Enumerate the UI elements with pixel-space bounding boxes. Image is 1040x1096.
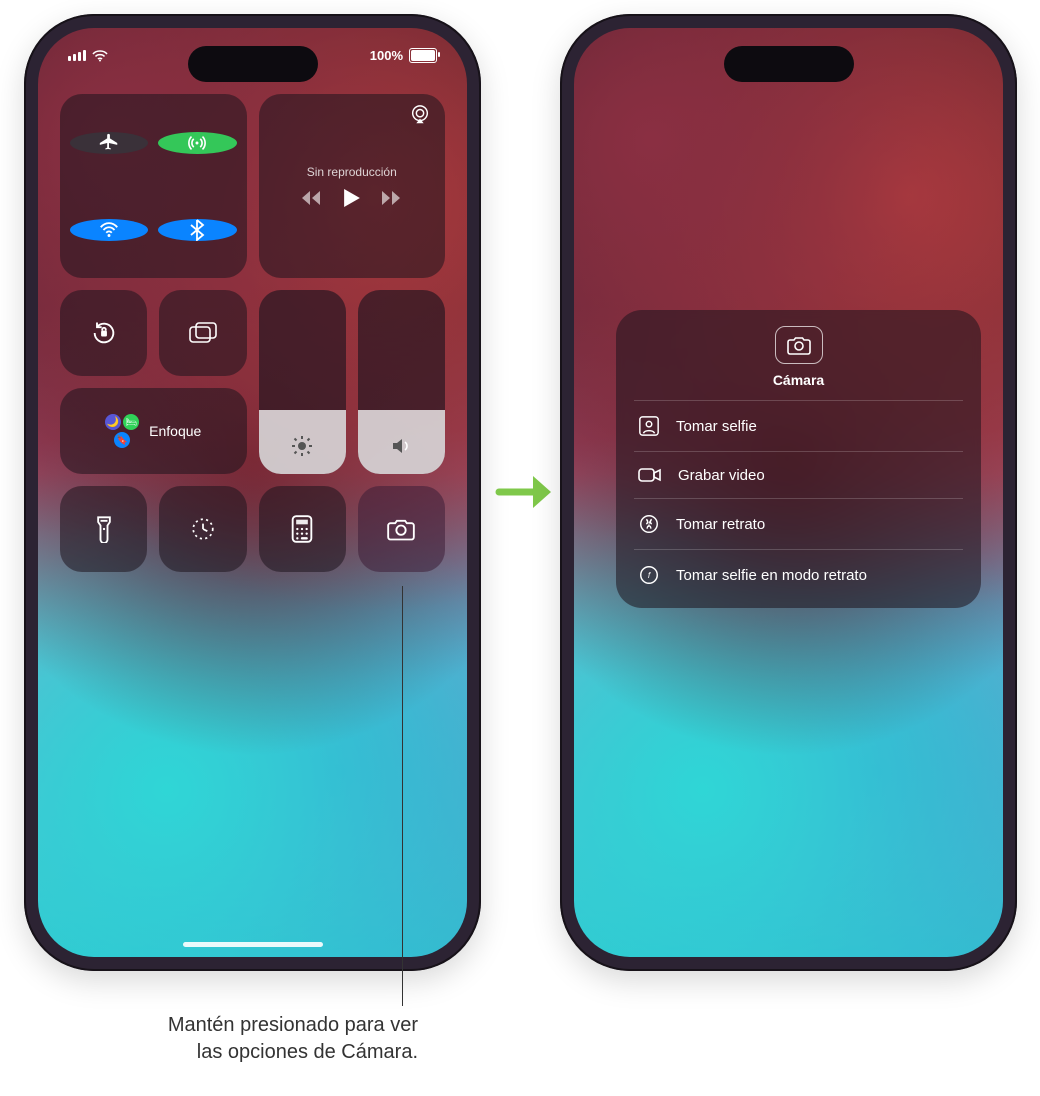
dynamic-island [188, 46, 318, 82]
control-center: Sin reproducción [60, 94, 445, 572]
focus-label: Enfoque [149, 423, 201, 439]
cellular-signal-icon [68, 50, 86, 61]
tag-icon: 🔖 [114, 432, 130, 448]
portrait-icon: f [638, 513, 660, 535]
moon-icon: 🌙 [105, 414, 121, 430]
previous-track-icon[interactable] [302, 190, 322, 206]
focus-button[interactable]: 🌙 🛏 🔖 Enfoque [60, 388, 247, 474]
airplane-icon [98, 132, 120, 154]
screen-right: Cámara Tomar selfie Grabar video f Tomar… [574, 28, 1003, 957]
battery-icon [409, 48, 437, 63]
calculator-button[interactable] [259, 486, 346, 572]
airplay-icon[interactable] [409, 104, 431, 129]
camera-icon [387, 517, 415, 541]
option-label: Tomar selfie [676, 418, 757, 435]
svg-text:f: f [648, 571, 651, 580]
brightness-icon [290, 434, 314, 458]
calculator-icon [291, 515, 313, 543]
callout-leader-line [402, 586, 403, 1006]
home-indicator[interactable] [183, 942, 323, 947]
option-label: Tomar selfie en modo retrato [676, 567, 867, 584]
connectivity-tile[interactable] [60, 94, 247, 278]
brightness-slider[interactable] [259, 290, 346, 474]
selfie-icon [638, 415, 660, 437]
arrow-right-icon [495, 470, 553, 514]
flashlight-icon [95, 515, 113, 543]
rotation-lock-icon [90, 319, 118, 347]
wifi-icon [98, 219, 120, 241]
airplane-mode-button[interactable] [70, 132, 148, 154]
option-label: Tomar retrato [676, 516, 765, 533]
camera-option-portrait[interactable]: f Tomar retrato [634, 498, 963, 549]
cellular-icon [186, 132, 208, 154]
camera-popup-title: Cámara [616, 372, 981, 388]
figure-stage: 100% [0, 0, 1040, 1096]
now-playing-tile[interactable]: Sin reproducción [259, 94, 446, 278]
volume-icon [389, 434, 413, 458]
timer-button[interactable] [159, 486, 246, 572]
battery-percent: 100% [370, 48, 403, 63]
screen-mirroring-icon [188, 321, 218, 345]
camera-option-video[interactable]: Grabar video [634, 451, 963, 498]
bed-icon: 🛏 [123, 414, 139, 430]
bluetooth-icon [187, 219, 207, 241]
camera-option-selfie[interactable]: Tomar selfie [634, 400, 963, 451]
rotation-lock-button[interactable] [60, 290, 147, 376]
flashlight-button[interactable] [60, 486, 147, 572]
dynamic-island [724, 46, 854, 82]
callout-caption: Mantén presionado para ver las opciones … [78, 1012, 418, 1066]
now-playing-label: Sin reproducción [307, 165, 397, 179]
wifi-button[interactable] [70, 219, 148, 241]
option-label: Grabar video [678, 467, 765, 484]
iphone-right: Cámara Tomar selfie Grabar video f Tomar… [560, 14, 1017, 971]
next-track-icon[interactable] [382, 190, 402, 206]
camera-option-selfie-portrait[interactable]: f Tomar selfie en modo retrato [634, 549, 963, 600]
screen-mirroring-button[interactable] [159, 290, 246, 376]
cellular-button[interactable] [158, 132, 236, 154]
volume-slider[interactable] [358, 290, 445, 474]
video-icon [638, 466, 662, 484]
bluetooth-button[interactable] [158, 219, 236, 241]
iphone-left: 100% [24, 14, 481, 971]
play-icon[interactable] [344, 189, 360, 207]
portrait-selfie-icon: f [638, 564, 660, 586]
camera-button[interactable] [358, 486, 445, 572]
wifi-icon [92, 50, 108, 62]
camera-options-popup: Cámara Tomar selfie Grabar video f Tomar… [616, 310, 981, 608]
camera-icon [775, 326, 823, 364]
timer-icon [190, 516, 216, 542]
